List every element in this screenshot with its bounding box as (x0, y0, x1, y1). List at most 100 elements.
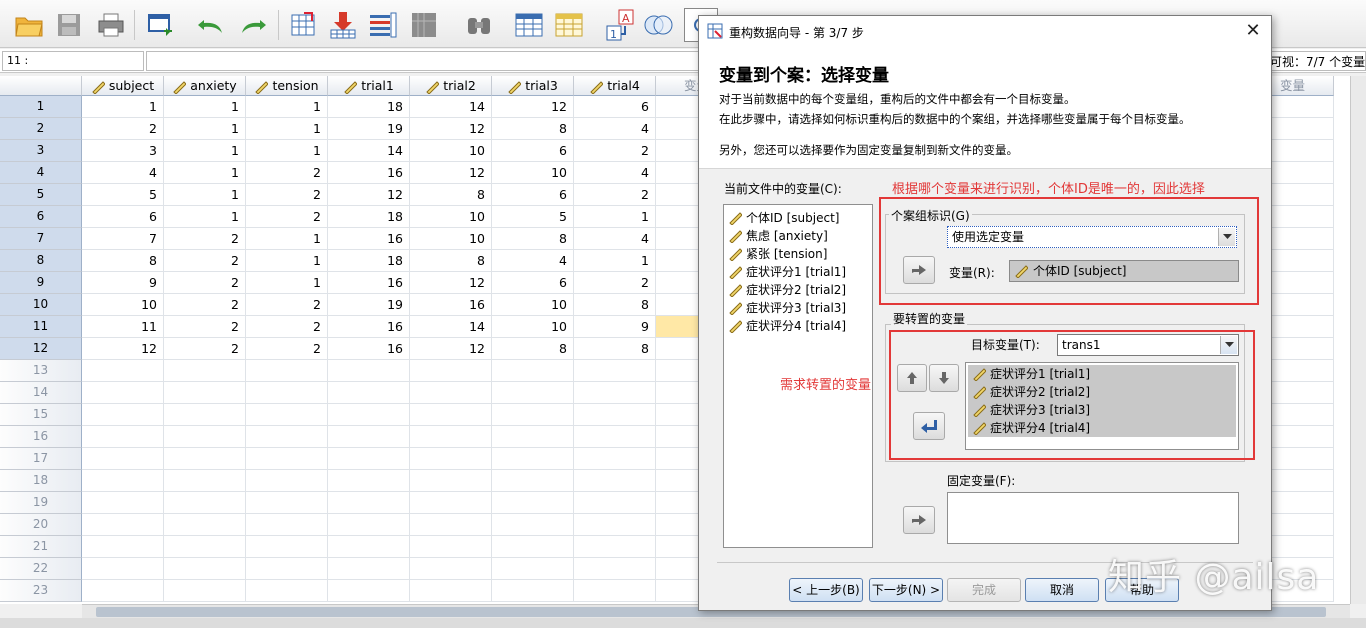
save-icon[interactable] (52, 8, 86, 42)
data-cell[interactable] (164, 470, 246, 492)
data-cell[interactable]: 2 (164, 294, 246, 316)
data-cell[interactable]: 5 (82, 184, 164, 206)
data-cell[interactable] (246, 426, 328, 448)
row-header[interactable]: 13 (0, 360, 82, 382)
data-cell[interactable]: 1 (574, 206, 656, 228)
row-header[interactable]: 15 (0, 404, 82, 426)
data-cell[interactable] (164, 492, 246, 514)
column-header[interactable]: trial2 (410, 76, 492, 96)
chevron-down-icon[interactable] (1218, 228, 1235, 246)
data-cell[interactable] (492, 514, 574, 536)
data-cell[interactable] (410, 360, 492, 382)
data-cell[interactable] (82, 360, 164, 382)
data-cell[interactable] (492, 536, 574, 558)
row-header[interactable]: 19 (0, 492, 82, 514)
data-cell[interactable] (246, 580, 328, 602)
data-cell[interactable]: 1 (246, 250, 328, 272)
data-cell[interactable]: 12 (410, 272, 492, 294)
open-folder-icon[interactable] (12, 8, 46, 42)
data-cell[interactable] (328, 470, 410, 492)
row-header[interactable]: 8 (0, 250, 82, 272)
data-cell[interactable]: 2 (574, 272, 656, 294)
data-cell[interactable]: 16 (328, 338, 410, 360)
row-header[interactable]: 18 (0, 470, 82, 492)
row-header[interactable]: 4 (0, 162, 82, 184)
data-cell[interactable] (328, 514, 410, 536)
data-cell[interactable] (82, 470, 164, 492)
data-cell[interactable]: 18 (328, 96, 410, 118)
data-cell[interactable]: 8 (492, 118, 574, 140)
data-cell[interactable]: 16 (328, 162, 410, 184)
data-cell[interactable] (492, 558, 574, 580)
data-cell[interactable]: 1 (246, 118, 328, 140)
next-button[interactable]: 下一步(N) > (869, 578, 943, 602)
data-cell[interactable] (82, 426, 164, 448)
data-cell[interactable] (574, 360, 656, 382)
column-header[interactable]: subject (82, 76, 164, 96)
row-header[interactable]: 2 (0, 118, 82, 140)
data-cell[interactable] (82, 382, 164, 404)
transpose-list-item[interactable]: 症状评分3 [trial3] (968, 401, 1236, 419)
data-cell[interactable]: 1 (246, 272, 328, 294)
move-down-button[interactable] (929, 364, 959, 392)
data-cell[interactable]: 4 (574, 228, 656, 250)
move-back-button[interactable] (913, 412, 945, 440)
data-cell[interactable] (574, 580, 656, 602)
data-cell[interactable] (246, 470, 328, 492)
data-cell[interactable]: 9 (574, 316, 656, 338)
data-cell[interactable] (328, 360, 410, 382)
data-cell[interactable]: 6 (492, 184, 574, 206)
data-cell[interactable]: 14 (410, 316, 492, 338)
data-cell[interactable]: 7 (82, 228, 164, 250)
row-header[interactable]: 7 (0, 228, 82, 250)
value-labels-icon[interactable]: A1 (604, 8, 638, 42)
data-cell[interactable] (410, 382, 492, 404)
data-cell[interactable] (246, 382, 328, 404)
data-cell[interactable] (574, 514, 656, 536)
row-header[interactable]: 11 (0, 316, 82, 338)
data-cell[interactable]: 14 (410, 96, 492, 118)
data-cell[interactable] (82, 580, 164, 602)
data-cell[interactable] (164, 404, 246, 426)
column-header[interactable]: trial4 (574, 76, 656, 96)
data-cell[interactable]: 6 (574, 96, 656, 118)
data-cell[interactable]: 11 (82, 316, 164, 338)
data-cell[interactable]: 2 (246, 184, 328, 206)
data-cell[interactable] (410, 448, 492, 470)
fixed-variables-list[interactable] (947, 492, 1239, 544)
variable-list-item[interactable]: 症状评分4 [trial4] (724, 317, 872, 335)
data-cell[interactable] (328, 404, 410, 426)
data-cell[interactable]: 10 (492, 294, 574, 316)
split-file-icon[interactable] (408, 8, 442, 42)
data-cell[interactable] (492, 580, 574, 602)
data-cell[interactable]: 10 (492, 162, 574, 184)
print-icon[interactable] (94, 8, 128, 42)
row-header[interactable]: 12 (0, 338, 82, 360)
data-cell[interactable]: 8 (410, 250, 492, 272)
data-cell[interactable]: 1 (164, 118, 246, 140)
data-cell[interactable] (492, 382, 574, 404)
data-cell[interactable]: 16 (328, 316, 410, 338)
data-cell[interactable] (410, 492, 492, 514)
data-cell[interactable]: 9 (82, 272, 164, 294)
transpose-variables-list[interactable]: 症状评分1 [trial1] 症状评分2 [trial2] 症状评分3 [trial… (965, 362, 1239, 450)
data-cell[interactable]: 10 (410, 206, 492, 228)
data-cell[interactable]: 4 (574, 162, 656, 184)
data-cell[interactable] (574, 404, 656, 426)
data-cell[interactable]: 10 (492, 316, 574, 338)
data-cell[interactable] (246, 360, 328, 382)
move-up-button[interactable] (897, 364, 927, 392)
data-cell[interactable]: 2 (164, 228, 246, 250)
close-icon[interactable]: ✕ (1241, 20, 1265, 42)
back-button[interactable]: < 上一步(B) (789, 578, 863, 602)
data-cell[interactable]: 2 (82, 118, 164, 140)
data-cell[interactable]: 6 (82, 206, 164, 228)
row-header[interactable]: 20 (0, 514, 82, 536)
find-icon[interactable] (462, 8, 496, 42)
data-cell[interactable] (328, 382, 410, 404)
data-cell[interactable] (492, 448, 574, 470)
data-cell[interactable]: 12 (82, 338, 164, 360)
data-cell[interactable] (574, 426, 656, 448)
row-header[interactable]: 5 (0, 184, 82, 206)
data-cell[interactable]: 4 (492, 250, 574, 272)
